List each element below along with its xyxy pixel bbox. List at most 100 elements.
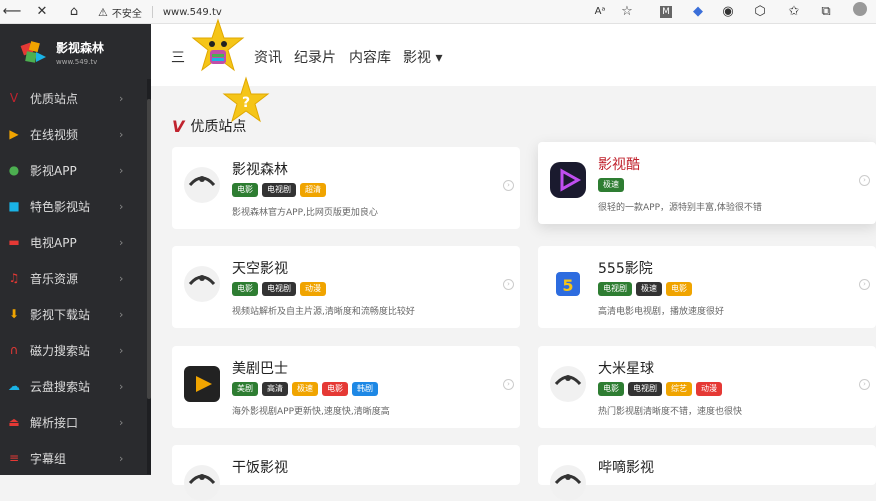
read-aloud-icon[interactable]: Aᵃ (590, 2, 610, 22)
arrow-right-icon[interactable]: › (859, 175, 870, 186)
warning-icon: ⚠ (98, 5, 108, 19)
favorites-icon[interactable]: ✩ (784, 2, 804, 22)
site-avatar: 5 (550, 266, 586, 302)
home-icon[interactable]: ⌂ (64, 2, 84, 22)
tag-badge: 电影 (666, 282, 692, 296)
site-card[interactable]: 美剧巴士 美剧 高清 极速 电影 韩剧 海外影视剧APP更新快,速度快,清晰度高 › (172, 346, 520, 428)
sidebar-item[interactable]: ☁ 云盘搜索站 › (0, 368, 151, 404)
chevron-right-icon: › (119, 199, 124, 213)
tag-badge: 电影 (322, 382, 348, 396)
sidebar-scrollbar[interactable] (147, 79, 151, 474)
divider (151, 6, 153, 18)
site-card[interactable]: 干饭影视 (172, 445, 520, 501)
favorite-add-icon[interactable]: ☆ (617, 2, 637, 22)
cloud-icon: ☁ (8, 379, 20, 393)
tag-badge: 电视剧 (598, 282, 632, 296)
sidebar-item-label: 特色影视站 (30, 199, 91, 214)
logo-url: www.549.tv (56, 57, 98, 66)
star-mascot-icon[interactable] (190, 18, 246, 74)
site-card[interactable]: 影视森林 电影 电视剧 超清 影视森林官方APP,比网页版更加良心 › (172, 147, 520, 229)
arrow-right-icon[interactable]: › (503, 180, 514, 191)
collections-icon[interactable]: ⧉ (816, 2, 836, 22)
tag-badge: 电影 (232, 183, 258, 197)
sidebar-item[interactable]: ∩ 磁力搜索站 › (0, 332, 151, 368)
arrow-right-icon[interactable]: › (503, 379, 514, 390)
interface-icon: ⏏ (8, 415, 20, 429)
sidebar-item[interactable]: V 优质站点 › (0, 80, 151, 116)
nav-item-documentary[interactable]: 纪录片 (294, 47, 336, 67)
nav-item-1[interactable]: 三 (171, 47, 185, 67)
profile-avatar-icon[interactable] (850, 2, 870, 22)
nav-item-content-library[interactable]: 内容库 (349, 47, 391, 67)
v-logo-icon: V (172, 116, 185, 136)
site-card[interactable]: 5 555影院 电视剧 极速 电影 高清电影电视剧，播放速度很好 › (538, 246, 876, 328)
tag-badge: 综艺 (666, 382, 692, 396)
nav-item-movies-dropdown[interactable]: 影视 ▾ (403, 47, 442, 67)
sidebar-item-label: 解析接口 (30, 415, 79, 430)
sidebar-item[interactable]: ● 影视APP › (0, 152, 151, 188)
nav-item-news[interactable]: 资讯 (254, 47, 282, 67)
sidebar-item[interactable]: ▶ 在线视频 › (0, 116, 151, 152)
arrow-right-icon[interactable]: › (859, 279, 870, 290)
site-title[interactable]: 美剧巴士 (232, 358, 288, 378)
chevron-right-icon: › (119, 343, 124, 357)
chevron-right-icon: › (119, 91, 124, 105)
url-text: www.549.tv (162, 6, 222, 18)
site-card[interactable]: 天空影视电影 电视剧 动漫视频站解析及自主片源,清晰度和流畅度比较好 › (172, 246, 520, 328)
chevron-right-icon: › (119, 415, 124, 429)
site-description: 视频站解析及自主片源,清晰度和流畅度比较好 (232, 307, 415, 317)
music-icon: ♫ (8, 271, 20, 285)
back-arrow-icon[interactable]: ⟵ (2, 2, 22, 22)
v-logo-icon: V (9, 91, 19, 105)
camera-icon: ■ (8, 199, 20, 213)
site-title[interactable]: 555影院 (598, 258, 653, 278)
site-title[interactable]: 天空影视 (232, 258, 288, 278)
arrow-right-icon[interactable]: › (503, 279, 514, 290)
site-avatar (184, 167, 220, 203)
site-logo[interactable]: 影视森林 www.549.tv (0, 24, 151, 80)
site-title[interactable]: 干饭影视 (232, 457, 288, 477)
play-icon: ▶ (9, 127, 19, 141)
address-bar[interactable]: ⚠ 不安全 www.549.tv (98, 2, 646, 22)
site-card[interactable]: 影视酷极速很轻的一款APP，源特别丰富,体验很不错 › (538, 142, 876, 224)
browser-toolbar: ⟵ ✕ ⌂ ⚠ 不安全 www.549.tv Aᵃ ☆ M ◆ ◉ ⬡ ✩ ⧉ (0, 0, 876, 24)
tag-list: 极速 (598, 178, 624, 192)
chevron-right-icon: › (119, 235, 124, 249)
extension-circle-icon[interactable]: ◉ (718, 2, 738, 22)
arrow-right-icon[interactable]: › (859, 379, 870, 390)
sidebar-item-label: 在线视频 (30, 127, 79, 142)
tag-list: 美剧 高清 极速 电影 韩剧 (232, 382, 378, 396)
site-title[interactable]: 影视森林 (232, 159, 288, 179)
sidebar-item[interactable]: ♫ 音乐资源 › (0, 260, 151, 296)
tag-badge: 极速 (292, 382, 318, 396)
tag-badge: 动漫 (300, 282, 326, 296)
chevron-right-icon: › (119, 307, 124, 321)
extension-puzzle-icon[interactable]: ⬡ (750, 2, 770, 22)
extension-m-icon[interactable]: M (656, 2, 676, 22)
section-title-text: 优质站点 (190, 119, 247, 135)
sidebar-item-label: 磁力搜索站 (30, 343, 91, 358)
sidebar-item[interactable]: ■ 特色影视站 › (0, 188, 151, 224)
close-icon[interactable]: ✕ (32, 2, 52, 22)
extension-blue-icon[interactable]: ◆ (688, 2, 708, 22)
site-avatar (184, 266, 220, 302)
download-icon: ⬇ (8, 307, 20, 321)
site-title[interactable]: 大米星球 (598, 358, 654, 378)
sidebar-item[interactable]: ⏏ 解析接口 › (0, 404, 151, 440)
site-card[interactable]: 哔嘀影视 (538, 445, 876, 501)
site-avatar (184, 465, 220, 501)
logo-name: 影视森林 (56, 40, 105, 55)
site-card[interactable]: 大米星球 电影 电视剧 综艺 动漫 热门影视剧清晰度不错，速度也很快 › (538, 346, 876, 428)
sidebar-item-label: 影视APP (30, 163, 77, 178)
site-description: 很轻的一款APP，源特别丰富,体验很不错 (598, 203, 762, 213)
magnet-icon: ∩ (9, 343, 19, 357)
sidebar-item[interactable]: ⬇ 影视下载站 › (0, 296, 151, 332)
sidebar-item[interactable]: ≡ 字幕组 › (0, 440, 151, 475)
site-avatar (550, 162, 586, 198)
sidebar-item-label: 电视APP (30, 235, 77, 250)
tag-list: 电影 电视剧 动漫 (232, 282, 326, 296)
chevron-right-icon: › (119, 451, 124, 465)
site-title[interactable]: 哔嘀影视 (598, 457, 654, 477)
site-title[interactable]: 影视酷 (598, 154, 640, 174)
sidebar-item[interactable]: ▬ 电视APP › (0, 224, 151, 260)
